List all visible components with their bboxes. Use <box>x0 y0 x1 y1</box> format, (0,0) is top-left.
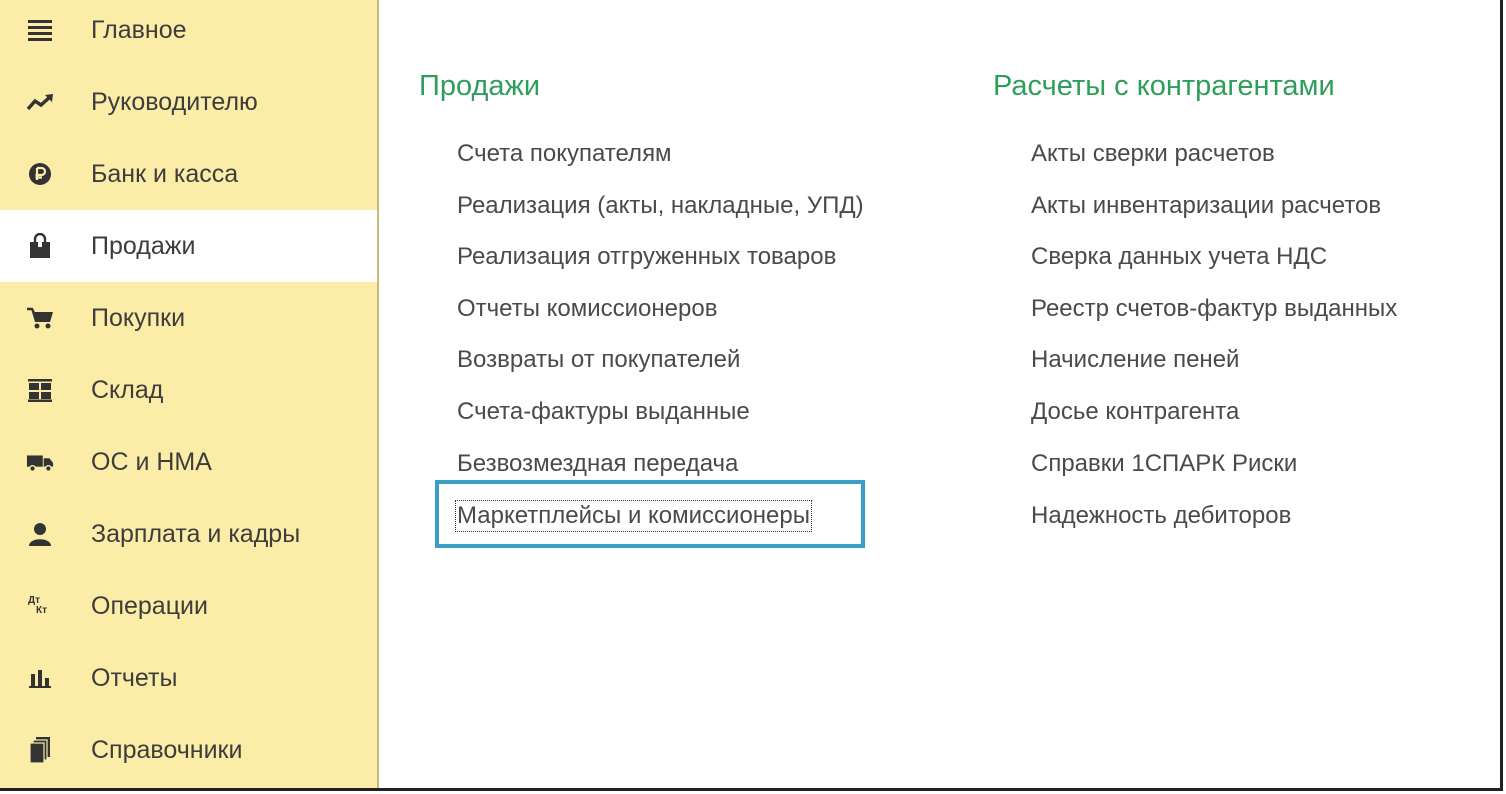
sidebar-item-warehouse[interactable]: Склад <box>0 354 377 426</box>
sidebar-item-payroll[interactable]: Зарплата и кадры <box>0 498 377 570</box>
link-reconciliation-acts[interactable]: Акты сверки расчетов <box>1031 140 1275 168</box>
highlight-frame <box>435 480 865 548</box>
sidebar-item-manager[interactable]: Руководителю <box>0 66 377 138</box>
link-commissioner-reports[interactable]: Отчеты комиссионеров <box>457 295 717 323</box>
sidebar-item-fixed-assets[interactable]: ОС и НМА <box>0 426 377 498</box>
link-free-transfer[interactable]: Безвозмездная передача <box>457 450 738 478</box>
menu-icon <box>26 16 54 44</box>
link-spark-risks[interactable]: Справки 1СПАРК Риски <box>1031 450 1297 478</box>
section-title-settlements: Расчеты с контрагентами <box>993 70 1335 102</box>
ruble-icon <box>26 160 54 188</box>
sidebar-item-label: Банк и касса <box>91 159 239 188</box>
sidebar-item-label: Справочники <box>91 735 243 764</box>
sidebar-item-label: Отчеты <box>91 663 178 692</box>
link-vat-reconciliation[interactable]: Сверка данных учета НДС <box>1031 243 1327 271</box>
sidebar-item-label: ОС и НМА <box>91 447 212 476</box>
sidebar-item-label: Зарплата и кадры <box>91 519 301 548</box>
link-penalties[interactable]: Начисление пеней <box>1031 346 1239 374</box>
sidebar-item-label: Продажи <box>91 231 196 260</box>
bar-chart-icon <box>26 664 54 692</box>
sidebar-item-sales[interactable]: Продажи <box>0 210 377 282</box>
books-icon <box>26 736 54 764</box>
warehouse-icon <box>26 376 54 404</box>
section-title-sales: Продажи <box>419 70 541 102</box>
person-icon <box>26 520 54 548</box>
trend-up-icon <box>26 88 54 116</box>
sidebar-item-label: Склад <box>91 375 164 404</box>
truck-icon <box>26 448 54 476</box>
link-shipped-goods[interactable]: Реализация отгруженных товаров <box>457 243 836 271</box>
sidebar-item-label: Операции <box>91 591 208 620</box>
sidebar-item-reports[interactable]: Отчеты <box>0 642 377 714</box>
sidebar-item-directories[interactable]: Справочники <box>0 714 377 786</box>
kt-label: Кт <box>36 605 48 616</box>
sidebar-item-operations[interactable]: Дт Кт Операции <box>0 570 377 642</box>
dt-kt-icon: Дт Кт <box>26 592 54 620</box>
sidebar-item-label: Покупки <box>91 303 186 332</box>
sidebar-item-main[interactable]: Главное <box>0 0 377 66</box>
app-window: Главное Руководителю Банк и касса Продаж… <box>0 0 1503 791</box>
sidebar-item-purchases[interactable]: Покупки <box>0 282 377 354</box>
link-sales-acts[interactable]: Реализация (акты, накладные, УПД) <box>457 192 864 220</box>
link-customer-invoices[interactable]: Счета покупателям <box>457 140 672 168</box>
link-customer-returns[interactable]: Возвраты от покупателей <box>457 346 740 374</box>
link-invoice-register[interactable]: Реестр счетов-фактур выданных <box>1031 295 1397 323</box>
link-counterparty-dossier[interactable]: Досье контрагента <box>1031 398 1239 426</box>
sidebar-item-label: Руководителю <box>91 87 258 116</box>
cart-icon <box>26 304 54 332</box>
link-issued-invoices[interactable]: Счета-фактуры выданные <box>457 398 750 426</box>
sidebar-item-bank[interactable]: Банк и касса <box>0 138 377 210</box>
shopping-bag-icon <box>26 232 54 260</box>
sidebar: Главное Руководителю Банк и касса Продаж… <box>0 0 379 788</box>
link-debtor-reliability[interactable]: Надежность дебиторов <box>1031 502 1291 530</box>
sidebar-item-label: Главное <box>91 15 187 44</box>
link-inventory-acts[interactable]: Акты инвентаризации расчетов <box>1031 192 1381 220</box>
